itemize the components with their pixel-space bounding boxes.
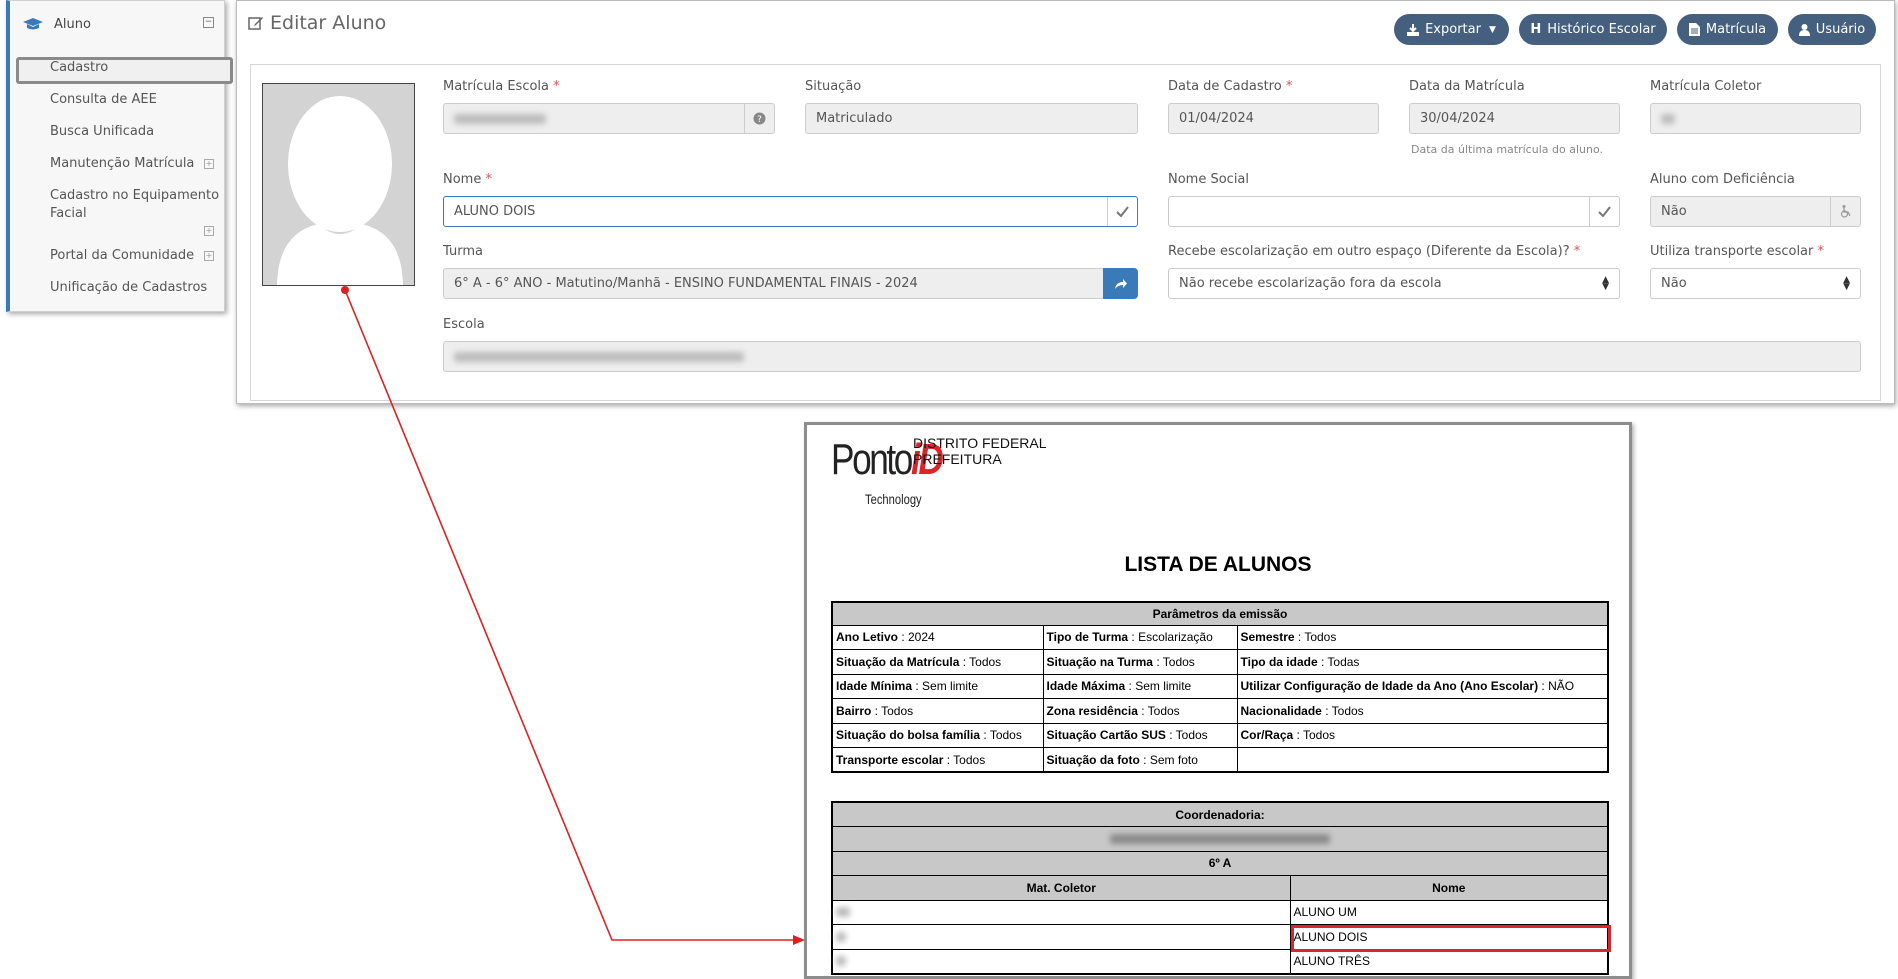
param-cell: Idade Mínima : Sem limite	[831, 673, 1044, 699]
param-cell: Idade Máxima : Sem limite	[1042, 673, 1238, 699]
mat-cell	[831, 899, 1291, 925]
report-title: LISTA DE ALUNOS	[1124, 553, 1312, 576]
student-name: ALUNO TRÊS	[1289, 948, 1609, 974]
col-nome: Nome	[1289, 875, 1609, 901]
param-cell	[1236, 747, 1609, 773]
params-row: Situação da Matrícula : Todos Situação n…	[831, 649, 1609, 675]
param-cell: Tipo de Turma : Escolarização	[1042, 624, 1238, 650]
params-table: Parâmetros da emissão Ano Letivo : 2024 …	[831, 601, 1609, 773]
params-row: Bairro : Todos Zona residência : Todos N…	[831, 698, 1609, 724]
param-cell: Situação da foto : Sem foto	[1042, 747, 1238, 773]
param-cell: Ano Letivo : 2024	[831, 624, 1044, 650]
org-line-2: PREFEITURA	[913, 451, 1002, 467]
param-cell: Bairro : Todos	[831, 698, 1044, 724]
blurred-value	[836, 931, 846, 942]
param-cell: Situação da Matrícula : Todos	[831, 649, 1044, 675]
params-row: Idade Mínima : Sem limite Idade Máxima :…	[831, 673, 1609, 699]
params-header: Parâmetros da emissão	[831, 601, 1609, 626]
blurred-value	[836, 907, 850, 918]
blurred-value	[1110, 833, 1330, 844]
param-cell: Situação Cartão SUS : Todos	[1042, 722, 1238, 748]
report-organization: DISTRITO FEDERAL PREFEITURA	[913, 435, 1047, 467]
param-cell: Situação do bolsa família : Todos	[831, 722, 1044, 748]
param-cell: Transporte escolar : Todos	[831, 747, 1044, 773]
param-cell: Cor/Raça : Todos	[1236, 722, 1609, 748]
param-cell: Situação na Turma : Todos	[1042, 649, 1238, 675]
param-cell: Tipo da idade : Todas	[1236, 649, 1609, 675]
param-cell: Zona residência : Todos	[1042, 698, 1238, 724]
coord-value	[831, 826, 1609, 852]
params-row: Situação do bolsa família : Todos Situaç…	[831, 722, 1609, 748]
table-row: ALUNO TRÊS	[831, 948, 1609, 974]
mat-cell	[831, 924, 1291, 950]
param-cell: Nacionalidade : Todos	[1236, 698, 1609, 724]
params-row: Ano Letivo : 2024 Tipo de Turma : Escola…	[831, 624, 1609, 650]
table-row: ALUNO UM	[831, 899, 1609, 925]
mat-cell	[831, 948, 1291, 974]
highlight-box	[1291, 925, 1611, 952]
logo-subtitle: Technology	[865, 491, 922, 507]
params-row: Transporte escolar : Todos Situação da f…	[831, 747, 1609, 773]
org-line-1: DISTRITO FEDERAL	[913, 435, 1047, 451]
blurred-value	[836, 956, 846, 966]
student-name: ALUNO UM	[1289, 899, 1609, 925]
coord-header: Coordenadoria:	[831, 801, 1609, 827]
param-cell: Utilizar Configuração de Idade da Ano (A…	[1236, 673, 1609, 699]
arrow-line	[344, 289, 794, 941]
col-mat-coletor: Mat. Coletor	[831, 875, 1291, 901]
param-cell: Semestre : Todos	[1236, 624, 1609, 650]
turma-header: 6º A	[831, 850, 1609, 876]
student-list-report: PontoiD Technology DISTRITO FEDERAL PREF…	[804, 422, 1632, 979]
